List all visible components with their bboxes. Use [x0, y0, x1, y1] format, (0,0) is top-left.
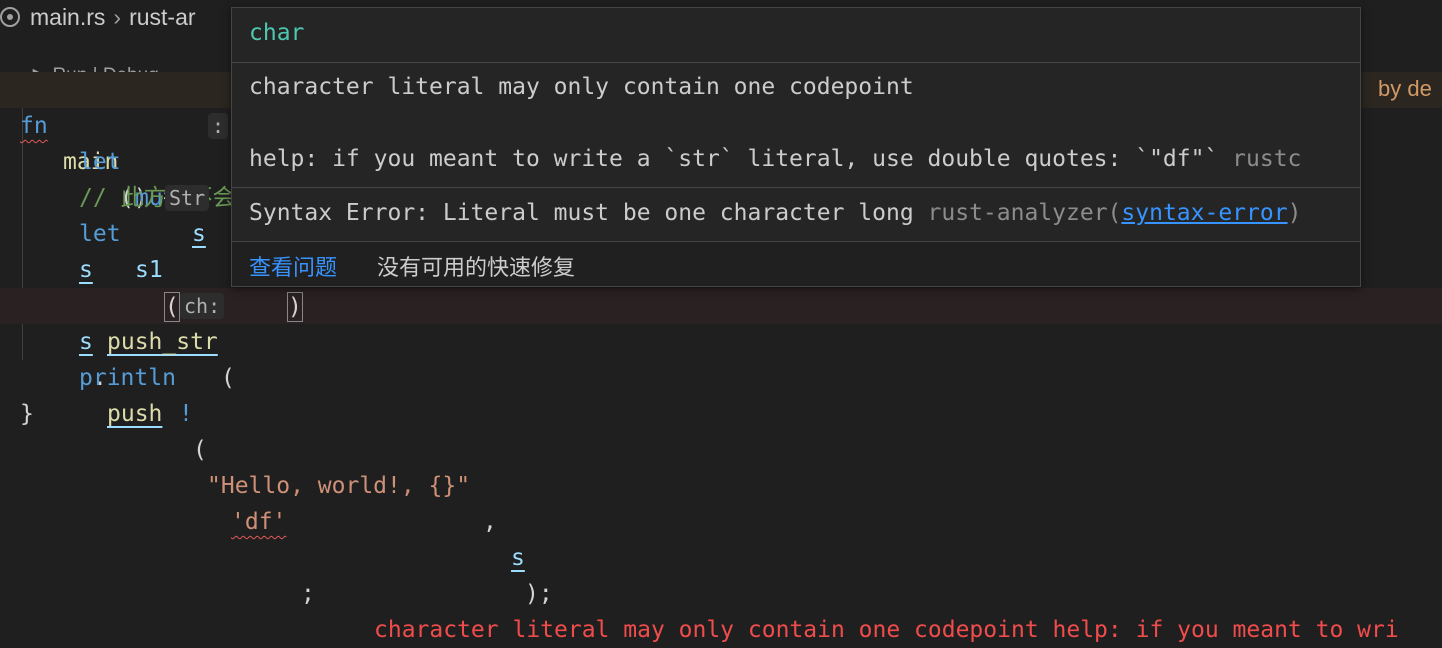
hover-action-bar: 查看问题 没有可用的快速修复: [232, 242, 1360, 286]
close-paren: );: [525, 581, 553, 607]
s-variable: s: [79, 257, 93, 283]
breadcrumb-symbol[interactable]: rust-ar: [129, 4, 195, 31]
char-literal-error[interactable]: 'df': [231, 504, 286, 540]
hover-error-message: character literal may only contain one c…: [249, 74, 914, 100]
macro-bang: !: [179, 401, 193, 427]
open-paren: (: [193, 437, 207, 463]
hover-source-prefix: rust-analyzer(: [927, 200, 1122, 226]
push-method: push: [107, 401, 163, 427]
closing-brace: }: [20, 401, 34, 427]
hover-help-message: help: if you meant to write a `str` lite…: [249, 146, 1219, 172]
code-line-7[interactable]: s . push ( ch: 'df' ) ; character litera…: [0, 288, 1442, 643]
syntax-error-link[interactable]: syntax-error: [1121, 200, 1287, 226]
hover-type: char: [249, 20, 305, 46]
semicolon: ;: [301, 581, 315, 607]
hover-syntax-line: Syntax Error: Literal must be one charac…: [249, 200, 1301, 226]
s1-variable: s1: [135, 257, 163, 283]
view-problem-button[interactable]: 查看问题: [249, 250, 337, 282]
format-string: "Hello, world!, {}": [207, 473, 471, 499]
breadcrumb-file[interactable]: main.rs: [30, 4, 105, 31]
close-paren-matched: ): [287, 292, 303, 322]
inline-error-lens: character literal may only contain one c…: [374, 617, 1399, 643]
rust-file-icon: [0, 7, 20, 27]
hover-tooltip[interactable]: char character literal may only contain …: [231, 7, 1361, 287]
code-line-8[interactable]: println ! ( "Hello, world!, {}" , s );: [0, 324, 1442, 607]
parameter-inlay-hint: ch:: [180, 293, 225, 319]
no-quick-fix-label: 没有可用的快速修复: [377, 255, 576, 280]
open-paren-matched: (: [164, 292, 180, 322]
type-inlay-hint: Str: [165, 185, 210, 211]
hover-source-rustc: rustc: [1232, 146, 1302, 172]
breadcrumb: main.rs › rust-ar: [0, 3, 196, 31]
s-variable: s: [511, 545, 525, 571]
breadcrumb-chevron-icon: ›: [113, 3, 122, 30]
type-inlay-hint: :: [208, 113, 229, 139]
hover-divider: [232, 62, 1360, 63]
code-line-9[interactable]: }: [0, 360, 1442, 427]
hover-syntax-message: Syntax Error: Literal must be one charac…: [249, 200, 914, 226]
hover-divider: [232, 187, 1360, 188]
hover-help-line: help: if you meant to write a `str` lite…: [249, 146, 1301, 172]
hover-source-suffix: ): [1287, 200, 1302, 226]
blame-annotation: by de: [1378, 76, 1432, 101]
comma: ,: [483, 509, 511, 535]
